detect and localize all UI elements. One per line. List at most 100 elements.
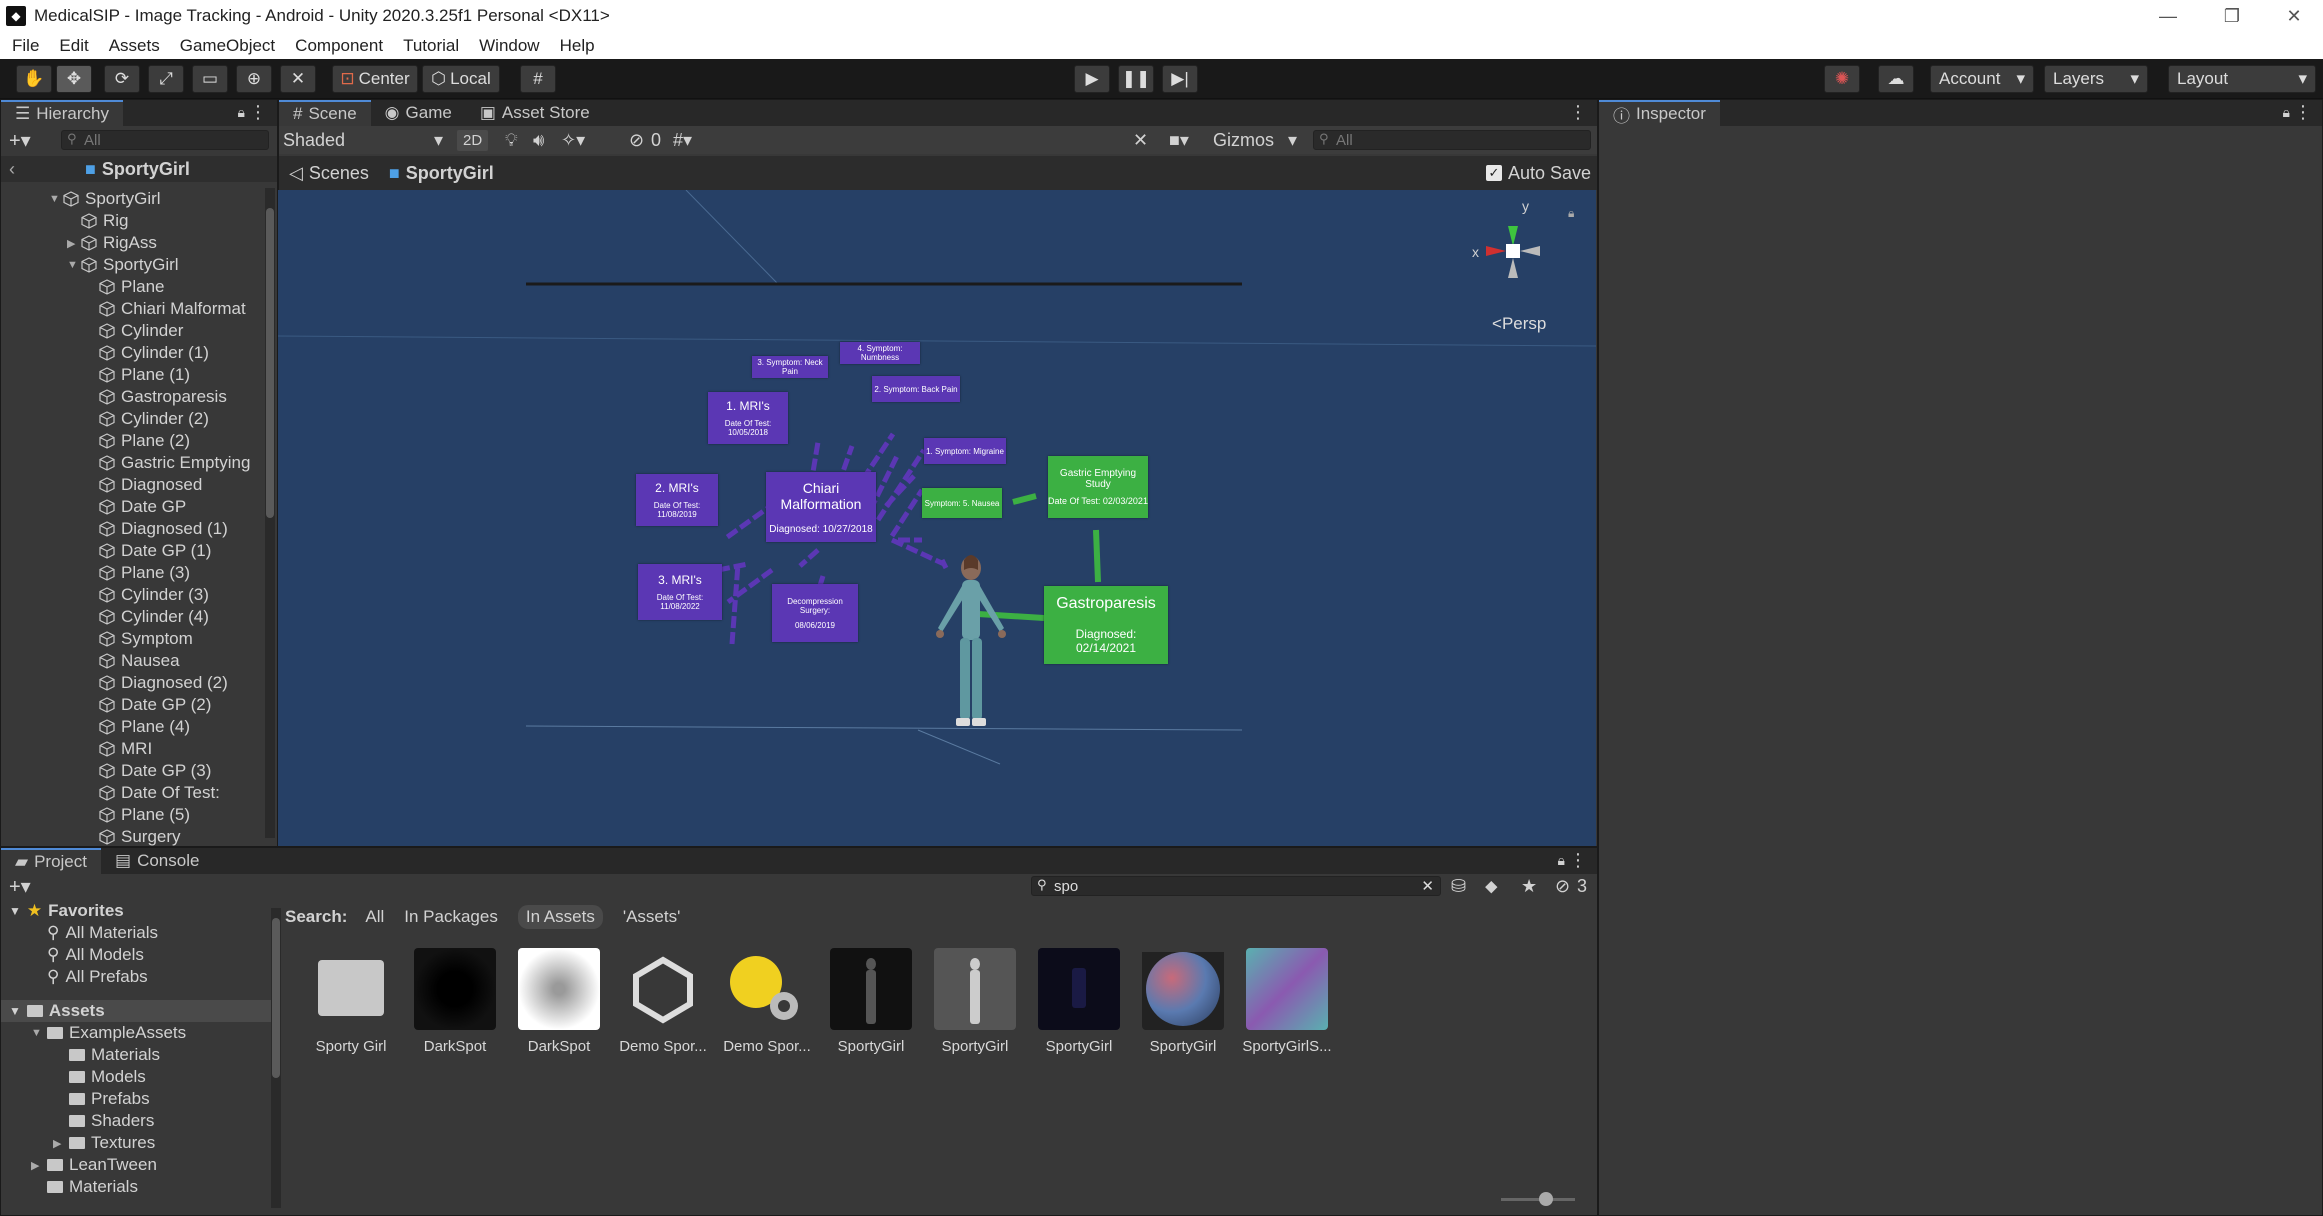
hierarchy-item[interactable]: Symptom xyxy=(1,628,263,650)
asset-item[interactable]: DarkSpot xyxy=(509,948,609,1055)
rect-tool-icon[interactable]: ▭ xyxy=(192,65,228,93)
hierarchy-item[interactable]: Cylinder (3) xyxy=(1,584,263,606)
grid-snap-icon[interactable]: # xyxy=(520,65,556,93)
card-mri-1[interactable]: 1. MRI's Date Of Test: 10/05/2018 xyxy=(708,392,788,444)
hierarchy-search-input[interactable]: ⚲ All xyxy=(61,130,269,150)
asset-item[interactable]: Demo Spor... xyxy=(717,948,817,1055)
lock-icon[interactable]: 🔒︎ xyxy=(2283,104,2290,121)
clear-search-icon[interactable]: ✕ xyxy=(1421,877,1434,895)
pause-button[interactable]: ❚❚ xyxy=(1118,65,1154,93)
create-plus-icon[interactable]: +▾ xyxy=(9,874,31,899)
camera-icon[interactable]: ■▾ xyxy=(1169,130,1189,151)
expand-down-icon[interactable]: ▼ xyxy=(67,259,81,271)
card-symptom-numbness[interactable]: 4. Symptom: Numbness xyxy=(840,342,920,364)
cloud-icon[interactable]: ☁ xyxy=(1878,65,1914,93)
hierarchy-item[interactable]: Date GP xyxy=(1,496,263,518)
audio-icon[interactable]: 🔊︎ xyxy=(533,130,544,151)
favorites-header[interactable]: ▼ ★ Favorites xyxy=(1,900,271,922)
card-gastric-emptying[interactable]: Gastric Emptying Study Date Of Test: 02/0… xyxy=(1048,456,1148,518)
favorite-all-prefabs[interactable]: ⚲ All Prefabs xyxy=(1,966,271,988)
expand-right-icon[interactable]: ▶ xyxy=(53,1137,69,1150)
expand-right-icon[interactable]: ▶ xyxy=(67,237,81,250)
checkbox-checked-icon[interactable]: ✓ xyxy=(1485,165,1502,181)
card-chiari-malformation[interactable]: Chiari Malformation Diagnosed: 10/27/2018 xyxy=(766,472,876,542)
shading-mode-dropdown[interactable]: Shaded ▾ xyxy=(283,130,443,151)
hierarchy-item[interactable]: ▼ SportyGirl xyxy=(1,254,263,276)
create-plus-icon[interactable]: +▾ xyxy=(9,128,31,153)
hand-tool-icon[interactable]: ✋ xyxy=(16,65,52,93)
hierarchy-item[interactable]: Cylinder (1) xyxy=(1,342,263,364)
project-folder-item[interactable]: Materials xyxy=(1,1044,271,1066)
expand-right-icon[interactable]: ▶ xyxy=(31,1159,47,1172)
collab-icon[interactable]: ✺ xyxy=(1824,65,1860,93)
hierarchy-item[interactable]: Diagnosed (2) xyxy=(1,672,263,694)
hierarchy-item[interactable]: Diagnosed (1) xyxy=(1,518,263,540)
menu-component[interactable]: Component xyxy=(295,36,383,56)
hierarchy-item[interactable]: Plane xyxy=(1,276,263,298)
asset-item[interactable]: SportyGirl xyxy=(925,948,1025,1055)
scene-viewport[interactable]: 3. Symptom: Neck Pain 4. Symptom: Numbne… xyxy=(278,190,1596,846)
tab-console[interactable]: ▤ Console xyxy=(101,848,214,874)
effects-icon[interactable]: ✧▾ xyxy=(561,130,585,151)
card-symptom-back-pain[interactable]: 2. Symptom: Back Pain xyxy=(872,376,960,402)
hierarchy-item[interactable]: Plane (3) xyxy=(1,562,263,584)
account-dropdown[interactable]: Account ▾ xyxy=(1930,65,2034,93)
hidden-objects-icon[interactable]: ⊘ xyxy=(629,130,644,151)
menu-tutorial[interactable]: Tutorial xyxy=(403,36,459,56)
tab-asset-store[interactable]: ▣ Asset Store xyxy=(465,100,604,126)
menu-help[interactable]: Help xyxy=(560,36,595,56)
scope-in-assets[interactable]: In Assets xyxy=(517,905,603,929)
hierarchy-item[interactable]: Cylinder (2) xyxy=(1,408,263,430)
kebab-menu-icon[interactable]: ⋮ xyxy=(249,102,267,123)
favorite-all-models[interactable]: ⚲ All Models xyxy=(1,944,271,966)
gizmo-lock-icon[interactable]: 🔒︎ xyxy=(1568,206,1574,221)
lock-icon[interactable]: 🔒︎ xyxy=(238,104,245,121)
asset-item[interactable]: SportyGirl xyxy=(1029,948,1129,1055)
filter-label-icon[interactable]: ⬥ xyxy=(1485,876,1498,897)
asset-item[interactable]: SportyGirl xyxy=(1133,948,1233,1055)
transform-tool-icon[interactable]: ⊕ xyxy=(236,65,272,93)
tab-game[interactable]: ◉ Game xyxy=(370,100,466,126)
scale-tool-icon[interactable]: ⤢ xyxy=(148,65,184,93)
scope-assets-folder[interactable]: 'Assets' xyxy=(623,907,681,927)
hierarchy-item[interactable]: Gastroparesis xyxy=(1,386,263,408)
hierarchy-item[interactable]: Nausea xyxy=(1,650,263,672)
custom-tool-icon[interactable]: ✕ xyxy=(280,65,316,93)
project-tree-scrollbar[interactable] xyxy=(271,908,281,1208)
space-local-toggle[interactable]: ⬡ Local xyxy=(422,65,500,93)
kebab-menu-icon[interactable]: ⋮ xyxy=(2294,102,2312,123)
card-mri-3[interactable]: 3. MRI's Date Of Test: 11/08/2022 xyxy=(638,564,722,620)
project-folder-item[interactable]: Materials xyxy=(1,1176,271,1198)
menu-edit[interactable]: Edit xyxy=(59,36,88,56)
hierarchy-item[interactable]: Cylinder (4) xyxy=(1,606,263,628)
card-symptom-nausea[interactable]: Symptom: 5. Nausea xyxy=(922,488,1002,518)
move-tool-icon[interactable]: ✥ xyxy=(56,65,92,93)
asset-item[interactable]: Sporty Girl xyxy=(301,948,401,1055)
hierarchy-item[interactable]: Plane (5) xyxy=(1,804,263,826)
rotate-tool-icon[interactable]: ⟳ xyxy=(104,65,140,93)
layout-dropdown[interactable]: Layout ▾ xyxy=(2168,65,2316,93)
hierarchy-item[interactable]: ▶ RigAss xyxy=(1,232,263,254)
project-search-input[interactable]: ⚲ spo ✕ xyxy=(1031,876,1441,896)
scope-all[interactable]: All xyxy=(365,907,384,927)
asset-item[interactable]: SportyGirlS... xyxy=(1237,948,1337,1055)
menu-window[interactable]: Window xyxy=(479,36,539,56)
tab-hierarchy[interactable]: ☰ Hierarchy xyxy=(1,100,123,126)
gizmos-dropdown[interactable]: Gizmos ▾ xyxy=(1213,130,1297,151)
card-symptom-migraine[interactable]: 1. Symptom: Migraine xyxy=(924,438,1006,464)
assets-root[interactable]: ▼ Assets xyxy=(1,1000,271,1022)
filter-type-icon[interactable]: ⛁ xyxy=(1451,876,1466,897)
hierarchy-item[interactable]: Date GP (1) xyxy=(1,540,263,562)
2d-toggle[interactable]: 2D xyxy=(457,129,489,151)
asset-item[interactable]: SportyGirl xyxy=(821,948,921,1055)
tab-inspector[interactable]: ⓘ Inspector xyxy=(1599,100,1720,126)
scope-in-packages[interactable]: In Packages xyxy=(404,907,498,927)
restore-button[interactable]: ❐ xyxy=(2204,0,2260,32)
favorite-all-materials[interactable]: ⚲ All Materials xyxy=(1,922,271,944)
grid-toggle-icon[interactable]: #▾ xyxy=(673,130,692,151)
sportygirl-character[interactable] xyxy=(916,550,1026,750)
hierarchy-item[interactable]: Plane (1) xyxy=(1,364,263,386)
card-symptom-neck-pain[interactable]: 3. Symptom: Neck Pain xyxy=(752,356,828,378)
scenes-crumb[interactable]: Scenes xyxy=(309,163,369,184)
lock-icon[interactable]: 🔒︎ xyxy=(1558,852,1565,869)
